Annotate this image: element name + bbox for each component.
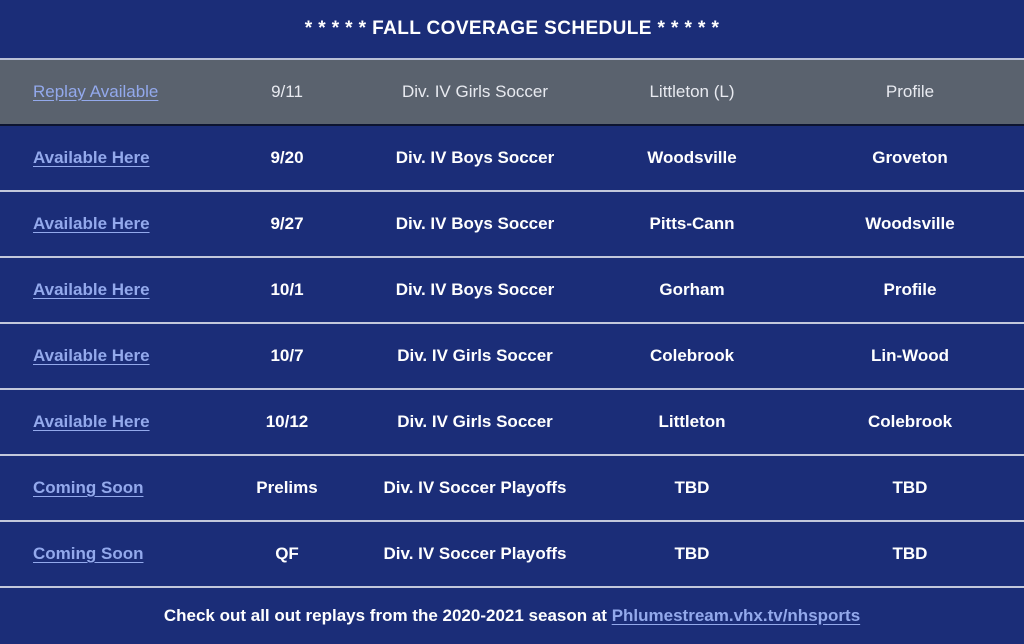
row-cell-event: Div. IV Girls Soccer bbox=[401, 82, 549, 101]
row-cell-date: 10/1 bbox=[270, 280, 304, 299]
row-cell-event: Div. IV Soccer Playoffs bbox=[383, 544, 567, 563]
row-availability-link[interactable]: Available Here bbox=[33, 346, 150, 365]
row-cell-team-home: Littleton bbox=[658, 412, 726, 431]
schedule-rows-container: Replay Available 9/11 Div. IV Girls Socc… bbox=[0, 60, 1024, 588]
row-cell-team-home: TBD bbox=[674, 544, 710, 563]
row-availability-link[interactable]: Available Here bbox=[33, 412, 150, 431]
table-row: Available Here 10/1 Div. IV Boys Soccer … bbox=[0, 258, 1024, 324]
footer-text-leading: Check out all out replays from the 2020-… bbox=[163, 606, 612, 625]
row-cell-team-away: TBD bbox=[892, 544, 928, 563]
row-cell-team-away: Profile bbox=[885, 82, 935, 101]
page-title: * * * * * FALL COVERAGE SCHEDULE * * * *… bbox=[304, 18, 720, 39]
table-row: Replay Available 9/11 Div. IV Girls Socc… bbox=[0, 60, 1024, 126]
row-cell-availability: Available Here bbox=[0, 280, 212, 300]
row-cell-availability: Coming Soon bbox=[0, 544, 212, 564]
row-availability-link[interactable]: Available Here bbox=[33, 280, 150, 299]
row-cell-team-away: Groveton bbox=[872, 148, 948, 167]
row-cell-availability: Available Here bbox=[0, 412, 212, 432]
row-availability-link[interactable]: Coming Soon bbox=[33, 544, 143, 563]
row-cell-team-away: Woodsville bbox=[865, 214, 955, 233]
row-cell-team-home: Gorham bbox=[659, 280, 725, 299]
row-cell-team-away: Lin-Wood bbox=[870, 346, 950, 365]
row-cell-date: 9/11 bbox=[271, 82, 303, 101]
row-cell-availability: Coming Soon bbox=[0, 478, 212, 498]
row-cell-event: Div. IV Boys Soccer bbox=[395, 148, 555, 167]
row-cell-team-away: Colebrook bbox=[867, 412, 953, 431]
row-cell-date: 10/7 bbox=[270, 346, 304, 365]
footer-message: Check out all out replays from the 2020-… bbox=[164, 606, 860, 626]
row-cell-event: Div. IV Boys Soccer bbox=[395, 214, 555, 233]
row-availability-link[interactable]: Coming Soon bbox=[33, 478, 143, 497]
row-availability-link[interactable]: Replay Available bbox=[33, 82, 158, 101]
table-row: Coming Soon QF Div. IV Soccer Playoffs T… bbox=[0, 522, 1024, 588]
title-banner: * * * * * FALL COVERAGE SCHEDULE * * * *… bbox=[0, 0, 1024, 60]
row-cell-date: 9/20 bbox=[270, 148, 304, 167]
row-cell-team-home: Littleton (L) bbox=[649, 82, 735, 101]
row-cell-event: Div. IV Girls Soccer bbox=[397, 346, 553, 365]
row-cell-event: Div. IV Boys Soccer bbox=[395, 280, 555, 299]
row-availability-link[interactable]: Available Here bbox=[33, 148, 150, 167]
table-row: Available Here 10/7 Div. IV Girls Soccer… bbox=[0, 324, 1024, 390]
row-cell-availability: Available Here bbox=[0, 214, 212, 234]
row-cell-team-home: TBD bbox=[674, 478, 710, 497]
fall-coverage-schedule-board: * * * * * FALL COVERAGE SCHEDULE * * * *… bbox=[0, 0, 1024, 644]
row-cell-availability: Available Here bbox=[0, 346, 212, 366]
table-row: Available Here 9/20 Div. IV Boys Soccer … bbox=[0, 126, 1024, 192]
table-row: Available Here 10/12 Div. IV Girls Socce… bbox=[0, 390, 1024, 456]
row-cell-team-home: Woodsville bbox=[647, 148, 737, 167]
row-cell-availability: Replay Available bbox=[0, 82, 212, 102]
row-cell-date: QF bbox=[275, 544, 299, 563]
row-cell-team-away: Profile bbox=[883, 280, 937, 299]
row-cell-event: Div. IV Girls Soccer bbox=[397, 412, 553, 431]
row-cell-team-away: TBD bbox=[892, 478, 928, 497]
row-cell-team-home: Pitts-Cann bbox=[649, 214, 735, 233]
row-availability-link[interactable]: Available Here bbox=[33, 214, 150, 233]
row-cell-date: Prelims bbox=[256, 478, 318, 497]
row-cell-availability: Available Here bbox=[0, 148, 212, 168]
footer-replay-archive-link[interactable]: Phlumestream.vhx.tv/nhsports bbox=[612, 606, 860, 625]
table-row: Coming Soon Prelims Div. IV Soccer Playo… bbox=[0, 456, 1024, 522]
row-cell-date: 9/27 bbox=[270, 214, 304, 233]
footer-bar: Check out all out replays from the 2020-… bbox=[0, 588, 1024, 644]
table-row: Available Here 9/27 Div. IV Boys Soccer … bbox=[0, 192, 1024, 258]
row-cell-event: Div. IV Soccer Playoffs bbox=[383, 478, 567, 497]
row-cell-date: 10/12 bbox=[265, 412, 309, 431]
row-cell-team-home: Colebrook bbox=[649, 346, 735, 365]
